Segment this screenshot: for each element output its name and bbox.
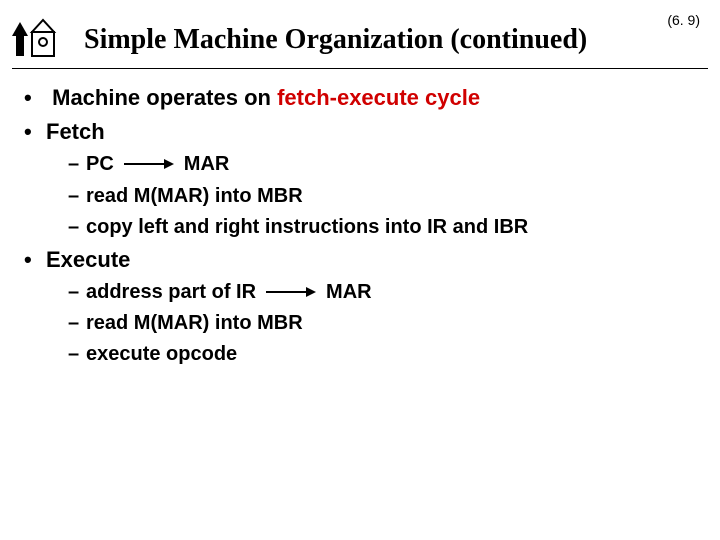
exec-mar-label: MAR	[326, 278, 372, 307]
slide-body: Machine operates on fetch-execute cycle …	[24, 82, 696, 371]
bullet-fetch-step-2: read M(MAR) into MBR	[68, 182, 696, 211]
bullet-operates-text: Machine operates on	[52, 85, 277, 110]
exec-ir-label: address part of IR	[86, 278, 256, 307]
arrow-icon	[124, 157, 174, 171]
bullet-operates-emph: fetch-execute cycle	[277, 85, 480, 110]
fetch-mar-label: MAR	[184, 150, 230, 179]
page-reference: (6. 9)	[667, 12, 700, 28]
bullet-execute-step-2: read M(MAR) into MBR	[68, 309, 696, 338]
arrow-icon	[266, 285, 316, 299]
bullet-execute: Execute	[24, 244, 696, 276]
header-divider	[12, 68, 708, 69]
logo-icon	[12, 12, 60, 60]
fetch-pc-label: PC	[86, 150, 114, 179]
slide-title: Simple Machine Organization (continued)	[84, 24, 587, 56]
bullet-fetch: Fetch	[24, 116, 696, 148]
bullet-execute-step-1: address part of IR MAR	[68, 278, 372, 307]
bullet-execute-step-3: execute opcode	[68, 340, 696, 369]
bullet-operates: Machine operates on fetch-execute cycle	[24, 82, 696, 114]
bullet-fetch-step-3: copy left and right instructions into IR…	[68, 213, 696, 242]
bullet-fetch-step-1: PC MAR	[68, 150, 229, 179]
